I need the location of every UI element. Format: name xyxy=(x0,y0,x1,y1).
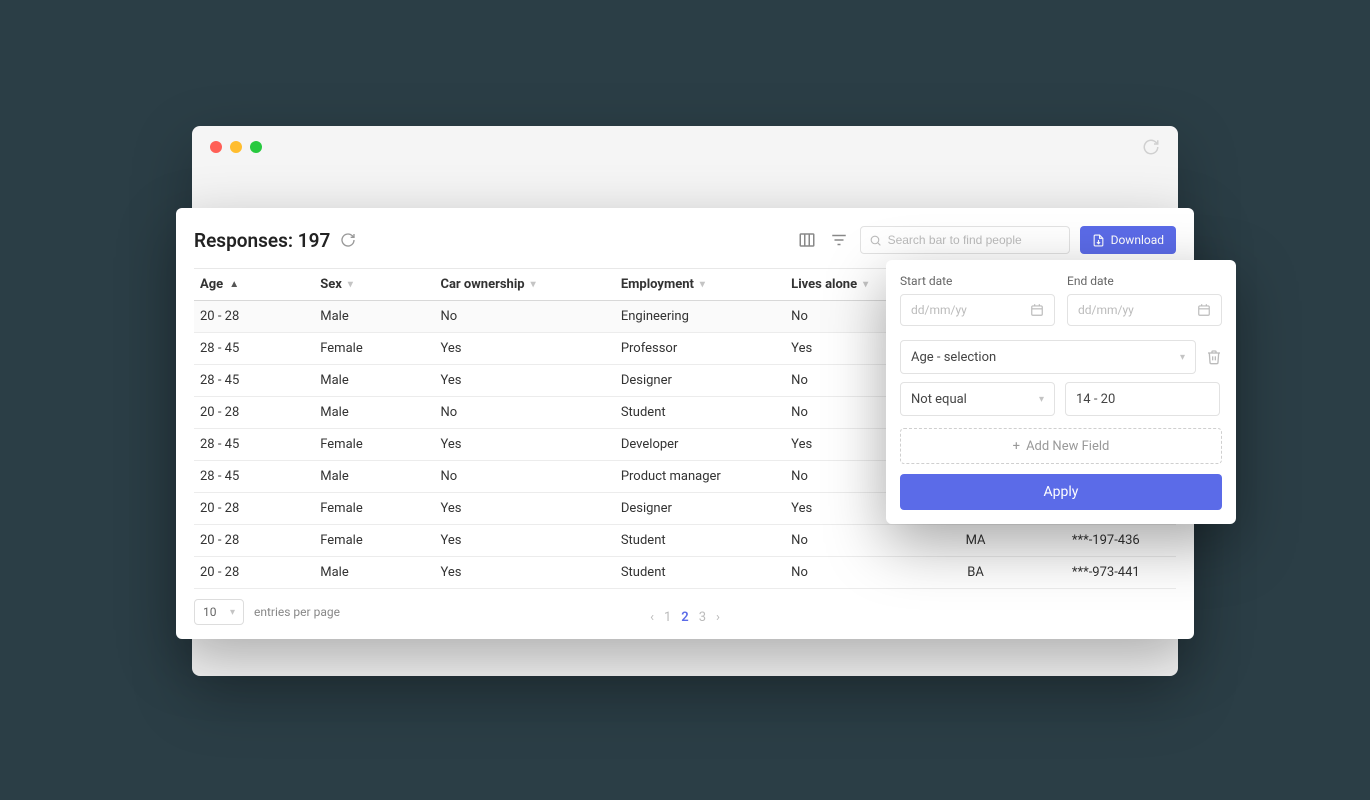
filter-icon[interactable] xyxy=(828,229,850,251)
pagination-page-1[interactable]: 1 xyxy=(664,610,671,625)
calendar-icon xyxy=(1030,303,1044,317)
pagination-page-2[interactable]: 2 xyxy=(681,610,688,625)
download-button[interactable]: Download xyxy=(1080,226,1176,254)
minimize-window-icon[interactable] xyxy=(230,141,242,153)
entries-per-page-select[interactable]: 10 ▾ xyxy=(194,599,244,625)
table-cell: No xyxy=(434,461,614,493)
table-row[interactable]: 20 - 28FemaleYesStudentNoMA***-197-436 xyxy=(194,525,1176,557)
table-cell: Designer xyxy=(615,493,785,525)
table-cell: Yes xyxy=(434,557,614,589)
table-cell: 20 - 28 xyxy=(194,493,314,525)
refresh-icon[interactable] xyxy=(340,232,356,248)
chevron-down-icon: ▾ xyxy=(1180,352,1185,363)
table-cell: Yes xyxy=(434,525,614,557)
table-cell: Designer xyxy=(615,365,785,397)
table-cell: 28 - 45 xyxy=(194,333,314,365)
column-header-sex[interactable]: Sex▾ xyxy=(314,269,434,301)
table-cell: ***-197-436 xyxy=(1036,525,1176,557)
close-window-icon[interactable] xyxy=(210,141,222,153)
filter-field-select[interactable]: Age - selection ▾ xyxy=(900,340,1196,374)
filter-popover: Start date dd/mm/yy End date dd/mm/yy Ag… xyxy=(886,260,1236,524)
table-cell: 20 - 28 xyxy=(194,301,314,333)
table-cell: No xyxy=(785,557,915,589)
mac-traffic-lights xyxy=(210,141,262,153)
search-input[interactable] xyxy=(860,226,1070,254)
entries-label: entries per page xyxy=(254,605,340,619)
filter-value-input[interactable]: 14 - 20 xyxy=(1065,382,1220,416)
table-cell: Male xyxy=(314,397,434,429)
table-cell: Yes xyxy=(434,365,614,397)
maximize-window-icon[interactable] xyxy=(250,141,262,153)
table-cell: 28 - 45 xyxy=(194,365,314,397)
filter-operator-select[interactable]: Not equal ▾ xyxy=(900,382,1055,416)
download-icon xyxy=(1092,234,1105,247)
column-header-car[interactable]: Car ownership▾ xyxy=(434,269,614,301)
chevron-down-icon: ▾ xyxy=(348,279,353,290)
table-cell: ***-973-441 xyxy=(1036,557,1176,589)
table-cell: Yes xyxy=(434,429,614,461)
start-date-input[interactable]: dd/mm/yy xyxy=(900,294,1055,326)
table-cell: Male xyxy=(314,461,434,493)
table-cell: Student xyxy=(615,525,785,557)
trash-icon[interactable] xyxy=(1206,349,1222,365)
table-cell: Female xyxy=(314,493,434,525)
chevron-down-icon: ▾ xyxy=(863,279,868,290)
table-cell: Product manager xyxy=(615,461,785,493)
pagination: ‹ 1 2 3 › xyxy=(650,610,720,625)
columns-icon[interactable] xyxy=(796,229,818,251)
table-cell: Female xyxy=(314,333,434,365)
table-cell: BA xyxy=(915,557,1035,589)
sort-asc-icon: ▲ xyxy=(229,279,239,290)
table-cell: Professor xyxy=(615,333,785,365)
chevron-down-icon: ▾ xyxy=(1039,394,1044,405)
table-cell: Female xyxy=(314,525,434,557)
plus-icon: + xyxy=(1013,439,1020,454)
refresh-icon[interactable] xyxy=(1142,138,1160,156)
column-header-age[interactable]: Age▲ xyxy=(194,269,314,301)
table-cell: 20 - 28 xyxy=(194,557,314,589)
chevron-down-icon: ▾ xyxy=(230,607,235,618)
pagination-page-3[interactable]: 3 xyxy=(699,610,706,625)
add-field-button[interactable]: + Add New Field xyxy=(900,428,1222,464)
search-icon xyxy=(869,234,882,247)
table-cell: Developer xyxy=(615,429,785,461)
table-cell: Student xyxy=(615,397,785,429)
browser-titlebar xyxy=(192,126,1178,168)
table-cell: 20 - 28 xyxy=(194,397,314,429)
apply-button[interactable]: Apply xyxy=(900,474,1222,510)
table-cell: 28 - 45 xyxy=(194,429,314,461)
calendar-icon xyxy=(1197,303,1211,317)
start-date-label: Start date xyxy=(900,274,1055,288)
panel-footer: 10 ▾ entries per page ‹ 1 2 3 › xyxy=(194,599,1176,625)
table-cell: Yes xyxy=(434,493,614,525)
table-cell: No xyxy=(434,301,614,333)
table-cell: MA xyxy=(915,525,1035,557)
column-header-employment[interactable]: Employment▾ xyxy=(615,269,785,301)
table-cell: Student xyxy=(615,557,785,589)
search-field[interactable] xyxy=(888,233,1061,247)
table-cell: 20 - 28 xyxy=(194,525,314,557)
pagination-next[interactable]: › xyxy=(716,610,720,625)
table-cell: Male xyxy=(314,557,434,589)
page-title: Responses: 197 xyxy=(194,229,330,252)
chevron-down-icon: ▾ xyxy=(700,279,705,290)
table-cell: Yes xyxy=(434,333,614,365)
table-cell: 28 - 45 xyxy=(194,461,314,493)
end-date-input[interactable]: dd/mm/yy xyxy=(1067,294,1222,326)
table-cell: Male xyxy=(314,365,434,397)
panel-header: Responses: 197 Download xyxy=(194,226,1176,254)
pagination-prev[interactable]: ‹ xyxy=(650,610,654,625)
table-row[interactable]: 20 - 28MaleYesStudentNoBA***-973-441 xyxy=(194,557,1176,589)
table-cell: Engineering xyxy=(615,301,785,333)
table-cell: Female xyxy=(314,429,434,461)
table-cell: No xyxy=(434,397,614,429)
table-cell: Male xyxy=(314,301,434,333)
table-cell: No xyxy=(785,525,915,557)
end-date-label: End date xyxy=(1067,274,1222,288)
chevron-down-icon: ▾ xyxy=(531,279,536,290)
download-label: Download xyxy=(1111,233,1164,247)
